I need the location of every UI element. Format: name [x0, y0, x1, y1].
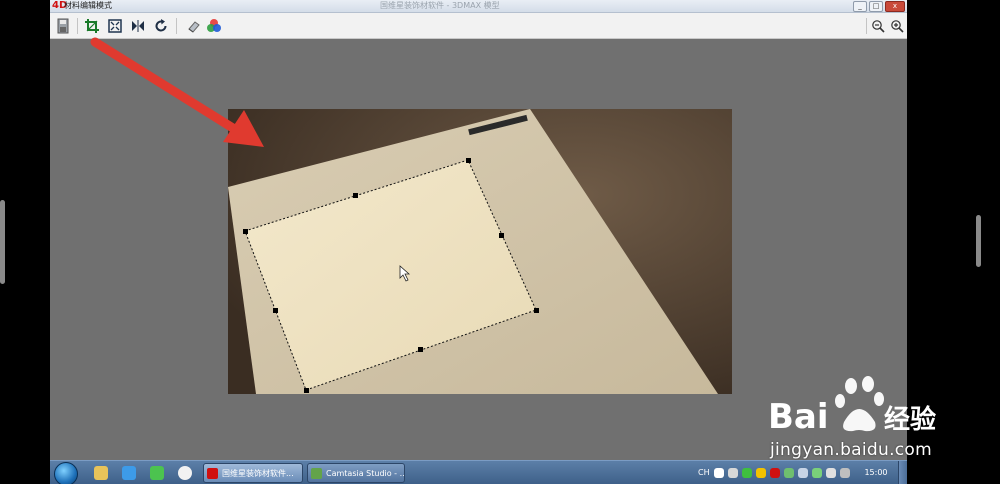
task-button-camtasia[interactable]: Camtasia Studio - ...: [307, 463, 405, 483]
material-photo[interactable]: [228, 109, 732, 394]
eraser-icon[interactable]: [184, 16, 204, 36]
close-button[interactable]: x: [885, 1, 905, 12]
volume-tray-icon[interactable]: [826, 468, 836, 478]
paw-logo-icon: [835, 376, 884, 432]
window-title: 材料编辑模式: [64, 1, 112, 10]
minimize-button[interactable]: _: [853, 1, 867, 12]
fit-frame-icon[interactable]: [105, 16, 125, 36]
mirror-icon[interactable]: [128, 16, 148, 36]
start-button[interactable]: [54, 462, 78, 484]
ime-indicator[interactable]: CH: [698, 461, 710, 484]
explorer-icon[interactable]: [94, 466, 108, 480]
toolbar-separator: [866, 18, 867, 34]
battery-tray-icon[interactable]: [840, 468, 850, 478]
app-4d-icon: [207, 468, 218, 479]
camtasia-icon: [311, 468, 322, 479]
app-tray-icon[interactable]: [770, 468, 780, 478]
task-button-editor[interactable]: 国维星装饰材软件...: [203, 463, 303, 483]
window-center-title: 国维星装饰材软件 - 3DMAX 模型: [380, 1, 500, 10]
left-black-bar: [0, 0, 50, 484]
maximize-button[interactable]: □: [869, 1, 883, 12]
help-tray-icon[interactable]: [714, 468, 724, 478]
shield-tray-icon[interactable]: [784, 468, 794, 478]
right-edge-handle[interactable]: [976, 215, 981, 267]
watermark-url: jingyan.baidu.com: [770, 440, 932, 460]
save-icon[interactable]: [53, 16, 73, 36]
wechat-icon[interactable]: [150, 466, 164, 480]
task-label: Camtasia Studio - ...: [326, 469, 405, 478]
window-titlebar: 4D 材料编辑模式 国维星装饰材软件 - 3DMAX 模型 _ □ x: [50, 0, 907, 13]
color-adjust-icon[interactable]: [204, 16, 224, 36]
antivirus-tray-icon[interactable]: [742, 468, 752, 478]
rotate-icon[interactable]: [151, 16, 171, 36]
baidu-brand-text: Bai: [768, 397, 829, 437]
toolbar-separator: [176, 18, 177, 34]
baidu-brand-suffix: 经验: [884, 404, 936, 435]
security-tray-icon[interactable]: [756, 468, 766, 478]
show-desktop-button[interactable]: [898, 461, 907, 484]
toolbar-separator: [77, 18, 78, 34]
signal-tray-icon[interactable]: [798, 468, 808, 478]
zoom-in-icon[interactable]: [887, 16, 907, 36]
task-label: 国维星装饰材软件...: [222, 469, 294, 478]
qq-icon[interactable]: [178, 466, 192, 480]
crop-icon[interactable]: [82, 16, 102, 36]
window-controls: _ □ x: [853, 1, 905, 12]
ie-icon[interactable]: [122, 466, 136, 480]
zoom-out-icon[interactable]: [868, 16, 888, 36]
left-edge-handle[interactable]: [0, 200, 5, 284]
wechat-tray-icon[interactable]: [812, 468, 822, 478]
taskbar-clock[interactable]: 15:00: [856, 461, 896, 484]
network-tray-icon[interactable]: [728, 468, 738, 478]
editor-toolbar: [50, 13, 907, 39]
